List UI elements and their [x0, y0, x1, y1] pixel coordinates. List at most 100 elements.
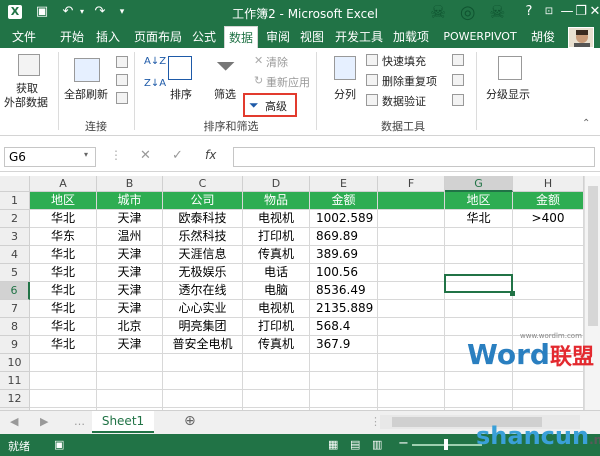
consolidate-icon[interactable]	[452, 54, 464, 66]
cell[interactable]: 电脑	[243, 282, 310, 300]
cell[interactable]: 天津	[97, 300, 163, 318]
cell[interactable]: 电话	[243, 264, 310, 282]
outline-button[interactable]: 分级显示	[486, 86, 530, 102]
redo-icon[interactable]: ↷	[92, 4, 108, 20]
cell[interactable]: >400	[513, 210, 584, 228]
cell[interactable]: 心心实业	[163, 300, 243, 318]
cell[interactable]	[378, 192, 445, 210]
cell[interactable]	[378, 210, 445, 228]
cell[interactable]	[378, 264, 445, 282]
cell[interactable]: 华北	[30, 282, 97, 300]
cell[interactable]	[30, 372, 97, 390]
collapse-ribbon-icon[interactable]: ⌃	[582, 118, 590, 129]
cell[interactable]	[513, 264, 584, 282]
row-header-7[interactable]: 7	[0, 300, 30, 318]
cell[interactable]: 天涯信息	[163, 246, 243, 264]
cancel-icon[interactable]: ✕	[140, 148, 151, 163]
column-header-h[interactable]: H	[513, 176, 584, 192]
cell[interactable]: 华北	[445, 210, 513, 228]
row-header-5[interactable]: 5	[0, 264, 30, 282]
undo-dropdown-icon[interactable]: ▾	[74, 4, 90, 20]
cell[interactable]: 物品	[243, 192, 310, 210]
normal-view-icon[interactable]: ▦	[328, 438, 338, 451]
column-header-b[interactable]: B	[97, 176, 163, 192]
cell[interactable]	[378, 228, 445, 246]
row-header-11[interactable]: 11	[0, 372, 30, 390]
sort-za-icon[interactable]: Z↓A	[144, 78, 166, 89]
row-header-9[interactable]: 9	[0, 336, 30, 354]
macro-record-icon[interactable]: ▣	[54, 438, 64, 451]
column-header-e[interactable]: E	[310, 176, 378, 192]
cell[interactable]	[445, 300, 513, 318]
formula-input[interactable]	[233, 147, 595, 167]
tab-developer[interactable]: 开发工具	[332, 26, 386, 48]
cell[interactable]: 华北	[30, 336, 97, 354]
filter-button[interactable]: 筛选	[214, 86, 236, 102]
cell[interactable]	[310, 354, 378, 372]
cell[interactable]: 欧泰科技	[163, 210, 243, 228]
cell[interactable]	[97, 390, 163, 408]
edit-links-icon[interactable]	[116, 92, 128, 104]
prev-sheet-icon[interactable]: ◀	[10, 415, 18, 428]
cell[interactable]	[243, 354, 310, 372]
page-layout-view-icon[interactable]: ▤	[350, 438, 360, 451]
column-header-a[interactable]: A	[30, 176, 97, 192]
spreadsheet-grid[interactable]: ABCDEFGH 12345678910111213 地区城市公司物品金额华北天…	[0, 176, 600, 426]
cell[interactable]	[445, 390, 513, 408]
row-header-8[interactable]: 8	[0, 318, 30, 336]
cell[interactable]	[163, 390, 243, 408]
page-break-view-icon[interactable]: ▥	[372, 438, 382, 451]
cell[interactable]: 8536.49	[310, 282, 378, 300]
reapply-button[interactable]: 重新应用	[266, 74, 310, 90]
cell[interactable]: 869.89	[310, 228, 378, 246]
row-header-4[interactable]: 4	[0, 246, 30, 264]
close-button[interactable]: ✕	[586, 3, 600, 21]
cell[interactable]	[513, 300, 584, 318]
row-header-3[interactable]: 3	[0, 228, 30, 246]
active-cell-g6[interactable]	[444, 274, 513, 293]
cell[interactable]: 北京	[97, 318, 163, 336]
cell[interactable]: 天津	[97, 336, 163, 354]
cell[interactable]: 传真机	[243, 246, 310, 264]
cell[interactable]	[97, 372, 163, 390]
tab-powerpivot[interactable]: POWERPIVOT	[436, 26, 524, 48]
cell[interactable]: 电视机	[243, 300, 310, 318]
sort-button[interactable]: 排序	[170, 86, 192, 102]
cell[interactable]	[378, 318, 445, 336]
cell[interactable]: 金额	[310, 192, 378, 210]
avatar[interactable]	[568, 27, 594, 48]
more-sheets-icon[interactable]: …	[74, 415, 85, 428]
cell[interactable]: 100.56	[310, 264, 378, 282]
cell[interactable]	[445, 372, 513, 390]
refresh-all-button[interactable]: 全部刷新	[64, 86, 108, 102]
cell[interactable]	[310, 372, 378, 390]
row-header-12[interactable]: 12	[0, 390, 30, 408]
get-external-button[interactable]: 外部数据	[4, 94, 48, 110]
cell[interactable]	[513, 282, 584, 300]
fill-handle[interactable]	[510, 291, 515, 296]
vertical-scroll-thumb[interactable]	[588, 186, 598, 326]
cell[interactable]: 568.4	[310, 318, 378, 336]
cell[interactable]: 电视机	[243, 210, 310, 228]
advanced-filter-button[interactable]: ⏷ 高级	[243, 93, 297, 117]
cell[interactable]	[378, 336, 445, 354]
next-sheet-icon[interactable]: ▶	[40, 415, 48, 428]
cell[interactable]: 明亮集团	[163, 318, 243, 336]
cell[interactable]	[445, 246, 513, 264]
cell[interactable]: 天津	[97, 210, 163, 228]
cell[interactable]: 地区	[445, 192, 513, 210]
cell[interactable]: 天津	[97, 282, 163, 300]
cell[interactable]: 389.69	[310, 246, 378, 264]
cell[interactable]	[163, 372, 243, 390]
cell[interactable]: 普安全电机	[163, 336, 243, 354]
sort-az-icon[interactable]: A↓Z	[144, 56, 166, 67]
tab-page-layout[interactable]: 页面布局	[130, 26, 186, 48]
connections-icon[interactable]	[116, 56, 128, 68]
zoom-slider-thumb[interactable]	[444, 439, 448, 450]
cell[interactable]	[378, 300, 445, 318]
tab-formulas[interactable]: 公式	[188, 26, 220, 48]
cell[interactable]: 乐然科技	[163, 228, 243, 246]
cell[interactable]	[513, 228, 584, 246]
relationships-icon[interactable]	[452, 94, 464, 106]
cell[interactable]	[513, 246, 584, 264]
